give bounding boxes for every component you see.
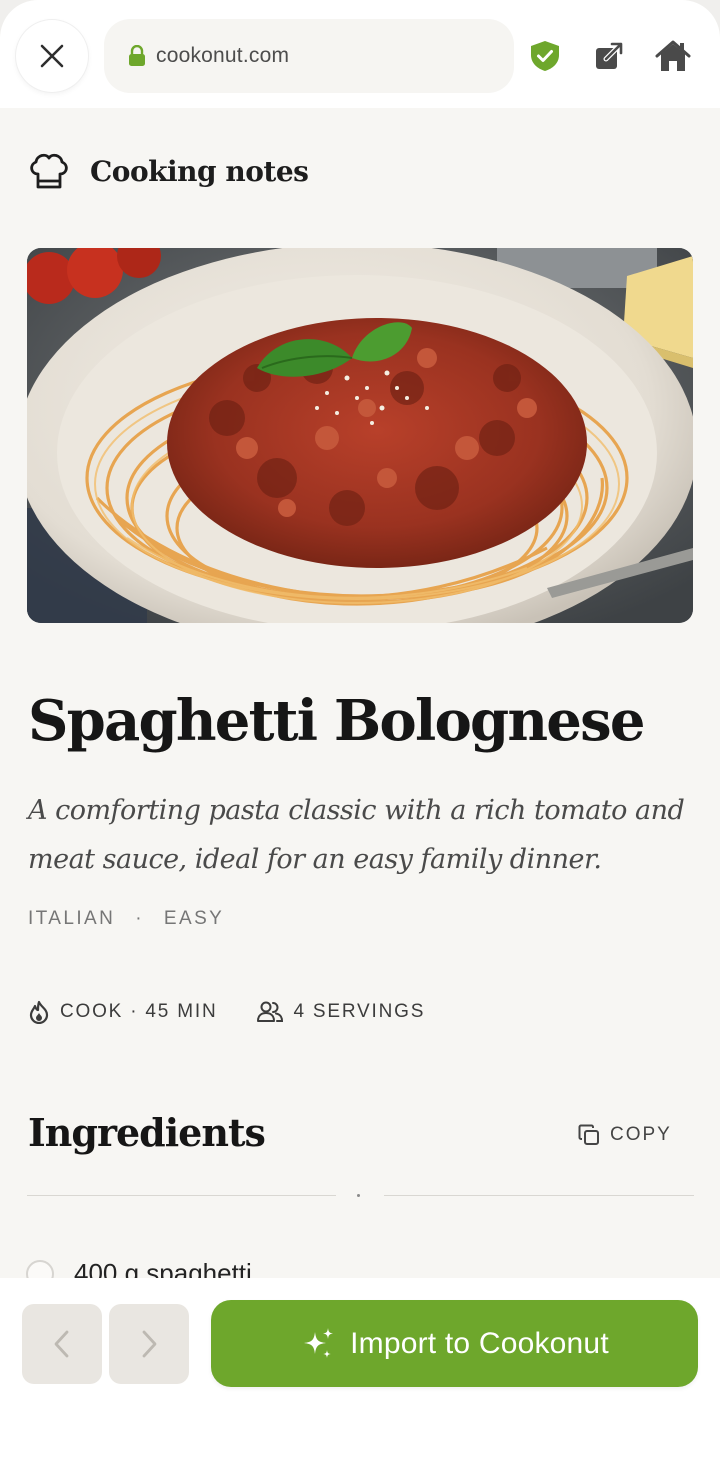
previous-button[interactable] xyxy=(22,1304,102,1384)
tag-difficulty: EASY xyxy=(163,908,225,929)
lock-icon xyxy=(129,45,145,66)
servings-label: 4 SERVINGS xyxy=(293,1001,426,1022)
cook-time-label: COOK · 45 MIN xyxy=(60,1001,218,1022)
recipe-tags: ITALIAN · EASY xyxy=(28,908,224,930)
url-text: cookonut.com xyxy=(156,44,290,67)
home-icon xyxy=(655,40,691,71)
url-bar[interactable]: cookonut.com xyxy=(104,19,514,93)
chef-hat-icon xyxy=(30,153,68,189)
chevron-right-icon xyxy=(142,1330,157,1358)
recipe-photo xyxy=(27,248,693,623)
copy-ingredients-button[interactable]: COPY xyxy=(578,1124,672,1146)
open-external-icon xyxy=(596,41,624,69)
cook-time: COOK · 45 MIN xyxy=(28,1000,217,1024)
chevron-left-icon xyxy=(54,1330,69,1358)
shield-check-icon xyxy=(531,41,559,71)
servings: 4 SERVINGS xyxy=(257,1001,425,1023)
people-icon xyxy=(257,1001,284,1022)
cooking-notes-header: Cooking notes xyxy=(28,152,309,190)
copy-label: COPY xyxy=(610,1124,672,1145)
sparkles-icon xyxy=(304,1327,334,1358)
import-label: Import to Cookonut xyxy=(350,1326,609,1360)
close-icon xyxy=(40,44,64,68)
section-label: Cooking notes xyxy=(90,154,309,188)
tag-cuisine: ITALIAN xyxy=(28,908,116,929)
import-button[interactable]: Import to Cookonut xyxy=(211,1300,698,1387)
bottom-action-bar: Import to Cookonut xyxy=(0,1278,720,1466)
open-external-button[interactable] xyxy=(591,38,627,74)
recipe-title: Spaghetti Bolognese xyxy=(28,688,645,754)
recipe-sheet: cookonut.com Cooking notes Spaghetti Bol… xyxy=(0,0,720,1466)
browser-toolbar: cookonut.com xyxy=(0,0,720,108)
divider-dot xyxy=(357,1194,360,1197)
recipe-meta: COOK · 45 MIN 4 SERVINGS xyxy=(28,1000,425,1024)
divider-left xyxy=(27,1195,336,1196)
recipe-description: A comforting pasta classic with a rich t… xyxy=(28,795,685,875)
close-button[interactable] xyxy=(16,20,88,92)
divider-right xyxy=(384,1195,694,1196)
home-button[interactable] xyxy=(655,38,691,74)
copy-icon xyxy=(578,1124,599,1145)
next-button[interactable] xyxy=(109,1304,189,1384)
flame-icon xyxy=(29,1000,49,1024)
tag-separator: · xyxy=(135,908,144,929)
ingredients-heading: Ingredients xyxy=(28,1110,266,1155)
security-button[interactable] xyxy=(527,38,563,74)
